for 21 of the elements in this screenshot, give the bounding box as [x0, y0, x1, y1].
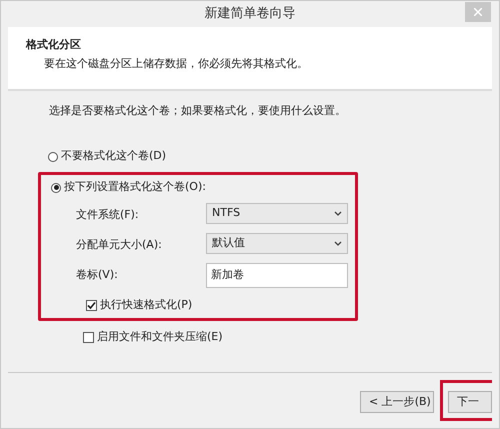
checkbox-option[interactable]: 启用文件和文件夹压缩(E): [83, 328, 452, 346]
field-label: 文件系统(F):: [76, 206, 140, 222]
dropdown[interactable]: 默认值: [206, 232, 348, 254]
input-field[interactable]: 新加卷: [206, 262, 348, 288]
checkbox-option[interactable]: 执行快速格式化(P): [86, 296, 355, 314]
chevron-down-icon: [334, 210, 342, 216]
back-button[interactable]: < 上一步(B): [360, 391, 434, 414]
radio-option[interactable]: 按下列设置格式化这个卷(O):: [51, 178, 355, 196]
next-button[interactable]: 下一: [448, 391, 492, 414]
window-title: 新建简单卷向导: [204, 5, 296, 24]
dropdown[interactable]: NTFS: [206, 202, 348, 224]
header-subtitle: 要在这个磁盘分区上储存数据，你必须先将其格式化。: [43, 56, 309, 72]
header-title: 格式化分区: [26, 37, 82, 53]
close-button[interactable]: [465, 2, 491, 22]
instruction-text: 选择是否要格式化这个卷；如果要格式化，要使用什么设置。: [49, 103, 347, 119]
close-icon: [474, 8, 482, 16]
field-label: 分配单元大小(A):: [76, 236, 163, 252]
field-label: 卷标(V):: [76, 266, 119, 282]
checkmark-icon: [87, 301, 96, 310]
radio-option[interactable]: 不要格式化这个卷(D): [48, 148, 452, 166]
chevron-down-icon: [334, 240, 342, 246]
